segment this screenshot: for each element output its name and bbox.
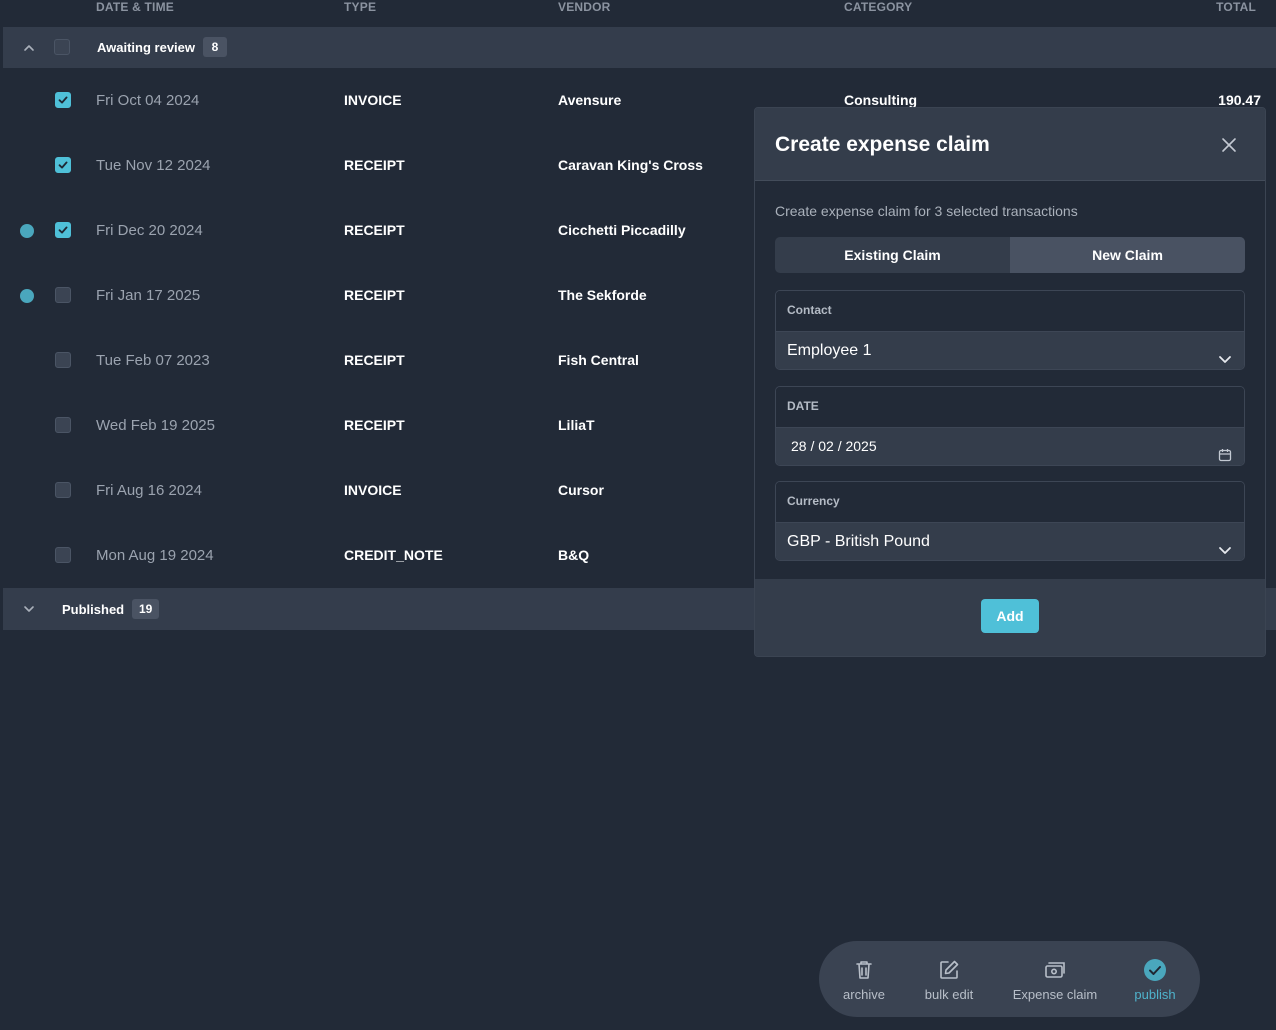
contact-field: Contact Employee 1: [775, 290, 1245, 370]
tab-existing-claim[interactable]: Existing Claim: [775, 237, 1010, 273]
row-vendor: Cicchetti Piccadilly: [558, 222, 686, 238]
expense-claim-button[interactable]: Expense claim: [1007, 941, 1103, 1017]
column-header-type[interactable]: TYPE: [344, 0, 376, 14]
row-checkbox[interactable]: [55, 92, 71, 108]
group-label: Published: [62, 602, 125, 617]
row-date: Fri Aug 16 2024: [96, 482, 202, 499]
close-icon[interactable]: [1221, 137, 1237, 153]
archive-label: archive: [843, 987, 885, 1002]
dialog-header: Create expense claim: [755, 108, 1265, 181]
row-vendor: The Sekforde: [558, 287, 647, 303]
group-awaiting-review[interactable]: Awaiting review 8: [3, 27, 1276, 68]
row-vendor: Avensure: [558, 92, 622, 108]
chevron-down-icon[interactable]: [22, 602, 36, 616]
cash-icon: [1043, 958, 1067, 982]
row-type: RECEIPT: [344, 287, 405, 303]
date-field: DATE 28 / 02 / 2025: [775, 386, 1245, 466]
add-button[interactable]: Add: [981, 599, 1039, 633]
row-vendor: Fish Central: [558, 352, 639, 368]
row-checkbox[interactable]: [55, 287, 71, 303]
row-type: INVOICE: [344, 482, 402, 498]
group-label: Awaiting review: [97, 40, 196, 55]
dialog-footer: Add: [755, 579, 1265, 656]
row-checkbox[interactable]: [55, 417, 71, 433]
group-select-all-checkbox[interactable]: [54, 39, 70, 55]
date-input[interactable]: 28 / 02 / 2025: [776, 428, 1244, 465]
row-checkbox[interactable]: [55, 157, 71, 173]
row-vendor: LiliaT: [558, 417, 595, 433]
row-date: Wed Feb 19 2025: [96, 417, 215, 434]
column-header-category[interactable]: CATEGORY: [844, 0, 912, 14]
currency-field: Currency GBP - British Pound: [775, 481, 1245, 561]
column-header-date[interactable]: DATE & TIME: [96, 0, 174, 14]
bulk-edit-label: bulk edit: [924, 987, 974, 1002]
publish-button[interactable]: publish: [1123, 941, 1187, 1017]
archive-button[interactable]: archive: [825, 941, 903, 1017]
expense-claim-label: Expense claim: [1012, 987, 1098, 1002]
contact-select[interactable]: Employee 1: [776, 332, 1244, 369]
dialog-body: Create expense claim for 3 selected tran…: [755, 181, 1265, 579]
row-checkbox[interactable]: [55, 352, 71, 368]
contact-label: Contact: [776, 291, 1244, 332]
contact-value: Employee 1: [787, 342, 872, 359]
currency-value: GBP - British Pound: [787, 533, 930, 550]
column-header-total[interactable]: TOTAL: [1216, 0, 1256, 14]
row-checkbox[interactable]: [55, 222, 71, 238]
group-count-badge: 19: [132, 599, 160, 619]
create-expense-claim-dialog: Create expense claim Create expense clai…: [754, 107, 1266, 657]
row-type: RECEIPT: [344, 417, 405, 433]
bulk-action-bar: archive bulk edit Expense claim publish: [819, 941, 1200, 1017]
date-label: DATE: [776, 387, 1244, 428]
group-count-badge: 8: [203, 37, 227, 57]
row-date: Tue Feb 07 2023: [96, 352, 210, 369]
dialog-title: Create expense claim: [775, 133, 990, 156]
row-type: RECEIPT: [344, 352, 405, 368]
chevron-up-icon[interactable]: [22, 41, 36, 55]
tab-new-claim[interactable]: New Claim: [1010, 237, 1245, 273]
chevron-down-icon: [1218, 343, 1232, 363]
currency-label: Currency: [776, 482, 1244, 523]
dialog-subtitle: Create expense claim for 3 selected tran…: [775, 203, 1078, 219]
row-date: Fri Oct 04 2024: [96, 92, 200, 109]
date-value: 28 / 02 / 2025: [791, 438, 877, 454]
row-type: INVOICE: [344, 92, 402, 108]
check-circle-icon: [1143, 958, 1167, 982]
row-vendor: B&Q: [558, 547, 590, 563]
row-date: Fri Jan 17 2025: [96, 287, 201, 304]
row-type: CREDIT_NOTE: [344, 547, 443, 563]
row-type: RECEIPT: [344, 157, 405, 173]
unread-indicator: [20, 289, 34, 303]
row-date: Fri Dec 20 2024: [96, 222, 203, 239]
edit-icon: [937, 958, 961, 982]
column-header-vendor[interactable]: VENDOR: [558, 0, 611, 14]
table-header: DATE & TIME TYPE VENDOR CATEGORY TOTAL: [0, 0, 1276, 14]
trash-icon: [852, 958, 876, 982]
row-date: Tue Nov 12 2024: [96, 157, 211, 174]
chevron-down-icon: [1218, 534, 1232, 554]
unread-indicator: [20, 224, 34, 238]
currency-select[interactable]: GBP - British Pound: [776, 523, 1244, 560]
row-checkbox[interactable]: [55, 547, 71, 563]
row-type: RECEIPT: [344, 222, 405, 238]
row-checkbox[interactable]: [55, 482, 71, 498]
row-vendor: Cursor: [558, 482, 604, 498]
calendar-icon[interactable]: [1218, 439, 1232, 462]
claim-type-toggle: Existing Claim New Claim: [775, 237, 1245, 273]
publish-label: publish: [1134, 987, 1176, 1002]
row-vendor: Caravan King's Cross: [558, 157, 703, 173]
row-date: Mon Aug 19 2024: [96, 547, 214, 564]
bulk-edit-button[interactable]: bulk edit: [911, 941, 987, 1017]
